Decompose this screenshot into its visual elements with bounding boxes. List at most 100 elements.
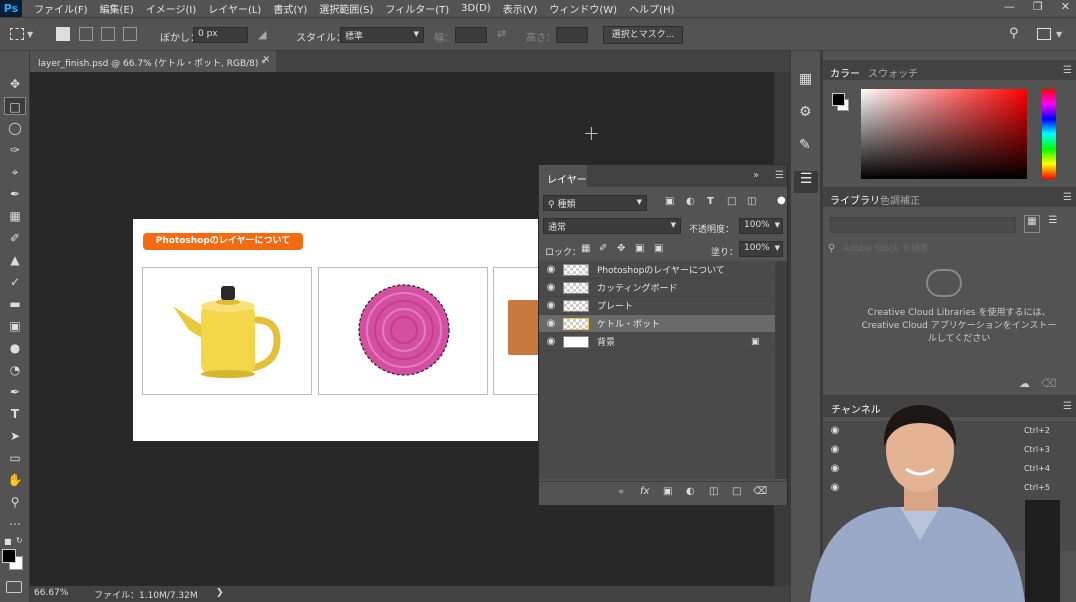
eye-icon[interactable]: ◉ bbox=[539, 300, 563, 311]
path-select-tool-icon[interactable]: ➤ bbox=[4, 427, 26, 445]
tab-adjustments[interactable]: 色調補正 bbox=[880, 192, 920, 207]
blur-tool-icon[interactable]: ● bbox=[4, 339, 26, 357]
document-canvas[interactable]: Photoshopのレイヤーについて bbox=[133, 219, 539, 441]
eye-icon[interactable]: ◉ bbox=[539, 336, 563, 347]
filter-shape-icon[interactable]: □ bbox=[727, 196, 736, 207]
color-foreground-swatch[interactable] bbox=[832, 93, 845, 106]
paths-panel-icon[interactable]: ✎ bbox=[799, 137, 811, 153]
menu-3d[interactable]: 3D(D) bbox=[455, 3, 497, 14]
foreground-color-swatch[interactable] bbox=[2, 549, 16, 563]
lock-all-icon[interactable]: ▣ bbox=[654, 243, 663, 254]
zoom-tool-icon[interactable]: ⚲ bbox=[4, 493, 26, 511]
feather-input[interactable]: 0 px bbox=[193, 27, 248, 43]
style-select[interactable]: 標準 ▼ bbox=[340, 27, 424, 43]
antialias-icon[interactable]: ◢ bbox=[258, 28, 266, 41]
width-input[interactable] bbox=[455, 27, 487, 43]
restore-icon[interactable]: ❐ bbox=[1033, 0, 1043, 13]
marquee-preset-icon[interactable] bbox=[10, 28, 24, 40]
menu-select[interactable]: 選択範囲(S) bbox=[313, 1, 379, 16]
filter-adjustment-icon[interactable]: ◐ bbox=[686, 196, 695, 207]
menu-image[interactable]: イメージ(I) bbox=[140, 1, 203, 16]
swap-colors-icon[interactable]: ↻ bbox=[16, 536, 23, 545]
lock-image-icon[interactable]: ✐ bbox=[599, 243, 607, 254]
delete-layer-icon[interactable]: ⌫ bbox=[753, 486, 767, 497]
filter-type-icon[interactable]: T bbox=[707, 196, 714, 207]
add-selection-icon[interactable] bbox=[79, 27, 93, 41]
properties-panel-icon[interactable]: ⚙ bbox=[799, 104, 812, 120]
dodge-tool-icon[interactable]: ◔ bbox=[4, 361, 26, 379]
gradient-tool-icon[interactable]: ▣ bbox=[4, 317, 26, 335]
lock-artboard-icon[interactable]: ▣ bbox=[635, 243, 644, 254]
color-field[interactable] bbox=[861, 89, 1027, 179]
stamp-tool-icon[interactable]: ▲ bbox=[4, 251, 26, 269]
marquee-tool-icon[interactable]: □ bbox=[4, 97, 26, 115]
library-delete-icon[interactable]: ⌫ bbox=[1041, 377, 1057, 390]
move-tool-icon[interactable]: ✥ bbox=[4, 75, 26, 93]
filter-pixel-icon[interactable]: ▣ bbox=[665, 196, 674, 207]
menu-window[interactable]: ウィンドウ(W) bbox=[543, 1, 623, 16]
grid-view-icon[interactable]: ▦ bbox=[1024, 215, 1040, 233]
layer-row[interactable]: ◉ カッティングボード bbox=[539, 279, 775, 297]
crop-tool-icon[interactable]: ⌖ bbox=[4, 163, 26, 181]
tab-library[interactable]: ライブラリ bbox=[830, 192, 880, 207]
layers-panel-menu-icon[interactable]: ☰ bbox=[775, 170, 784, 181]
menu-edit[interactable]: 編集(E) bbox=[94, 1, 140, 16]
add-mask-icon[interactable]: ▣ bbox=[663, 486, 672, 497]
type-tool-icon[interactable]: T bbox=[4, 405, 26, 423]
library-select[interactable] bbox=[830, 217, 1016, 233]
tab-color[interactable]: カラー bbox=[830, 65, 860, 80]
layer-row[interactable]: ◉ Photoshopのレイヤーについて bbox=[539, 261, 775, 279]
select-and-mask-button[interactable]: 選択とマスク... bbox=[603, 26, 683, 44]
status-arrow-icon[interactable]: ❯ bbox=[216, 588, 224, 598]
document-tab[interactable]: layer_finish.psd @ 66.7% (ケトル・ポット, RGB/8… bbox=[30, 51, 276, 72]
hand-tool-icon[interactable]: ✋ bbox=[4, 471, 26, 489]
chevron-down-icon[interactable]: ▼ bbox=[27, 30, 33, 39]
subtract-selection-icon[interactable] bbox=[101, 27, 115, 41]
intersect-selection-icon[interactable] bbox=[123, 27, 137, 41]
history-panel-icon[interactable]: ▦ bbox=[799, 71, 812, 87]
filter-smart-object-icon[interactable]: ◫ bbox=[747, 196, 756, 207]
minimize-icon[interactable]: — bbox=[1004, 0, 1015, 13]
eyedropper-tool-icon[interactable]: ✒ bbox=[4, 185, 26, 203]
hue-slider[interactable] bbox=[1042, 89, 1056, 179]
default-colors-icon[interactable]: ■ bbox=[4, 537, 12, 546]
quick-select-tool-icon[interactable]: ✑ bbox=[4, 141, 26, 159]
quick-mask-icon[interactable] bbox=[6, 581, 22, 593]
shape-tool-icon[interactable]: ▭ bbox=[4, 449, 26, 467]
blend-mode-select[interactable]: 通常 ▼ bbox=[543, 218, 681, 234]
height-input[interactable] bbox=[556, 27, 588, 43]
lasso-tool-icon[interactable]: ◯ bbox=[4, 119, 26, 137]
history-brush-tool-icon[interactable]: ✓ bbox=[4, 273, 26, 291]
eraser-tool-icon[interactable]: ▬ bbox=[4, 295, 26, 313]
link-layers-icon[interactable]: ⚭ bbox=[617, 487, 625, 498]
layer-row-selected[interactable]: ◉ ケトル・ポット bbox=[539, 315, 775, 333]
more-tools-icon[interactable]: ⋯ bbox=[4, 515, 26, 533]
layer-row[interactable]: ◉ プレート bbox=[539, 297, 775, 315]
eye-icon[interactable]: ◉ bbox=[539, 318, 563, 329]
new-layer-icon[interactable]: □ bbox=[732, 486, 741, 497]
close-icon[interactable]: ✕ bbox=[1061, 0, 1070, 13]
eye-icon[interactable]: ◉ bbox=[539, 264, 563, 275]
menu-view[interactable]: 表示(V) bbox=[497, 1, 544, 16]
layer-row[interactable]: ◉ 背景 ▣ bbox=[539, 333, 775, 351]
workspace-icon[interactable] bbox=[1037, 28, 1051, 40]
fill-input[interactable]: 100% ▼ bbox=[739, 241, 783, 257]
filter-toggle-icon[interactable]: ● bbox=[777, 195, 786, 206]
layer-list-scrollbar[interactable] bbox=[775, 261, 787, 479]
library-search-input[interactable]: Adobe Stock を検索 bbox=[843, 241, 1043, 257]
library-panel-menu-icon[interactable]: ☰ bbox=[1063, 192, 1072, 203]
healing-brush-tool-icon[interactable]: ▦ bbox=[4, 207, 26, 225]
brush-tool-icon[interactable]: ✐ bbox=[4, 229, 26, 247]
pen-tool-icon[interactable]: ✒ bbox=[4, 383, 26, 401]
lock-position-icon[interactable]: ✥ bbox=[617, 243, 625, 254]
search-icon[interactable]: ⚲ bbox=[1009, 26, 1019, 41]
new-group-icon[interactable]: ◫ bbox=[709, 486, 718, 497]
tab-swatches[interactable]: スウォッチ bbox=[868, 65, 918, 80]
eye-icon[interactable]: ◉ bbox=[539, 282, 563, 293]
close-tab-icon[interactable]: ✕ bbox=[262, 55, 270, 65]
channels-panel-menu-icon[interactable]: ☰ bbox=[1063, 401, 1072, 412]
menu-help[interactable]: ヘルプ(H) bbox=[623, 1, 680, 16]
color-panel-menu-icon[interactable]: ☰ bbox=[1063, 65, 1072, 76]
opacity-input[interactable]: 100% ▼ bbox=[739, 218, 783, 234]
new-selection-icon[interactable] bbox=[56, 27, 70, 41]
